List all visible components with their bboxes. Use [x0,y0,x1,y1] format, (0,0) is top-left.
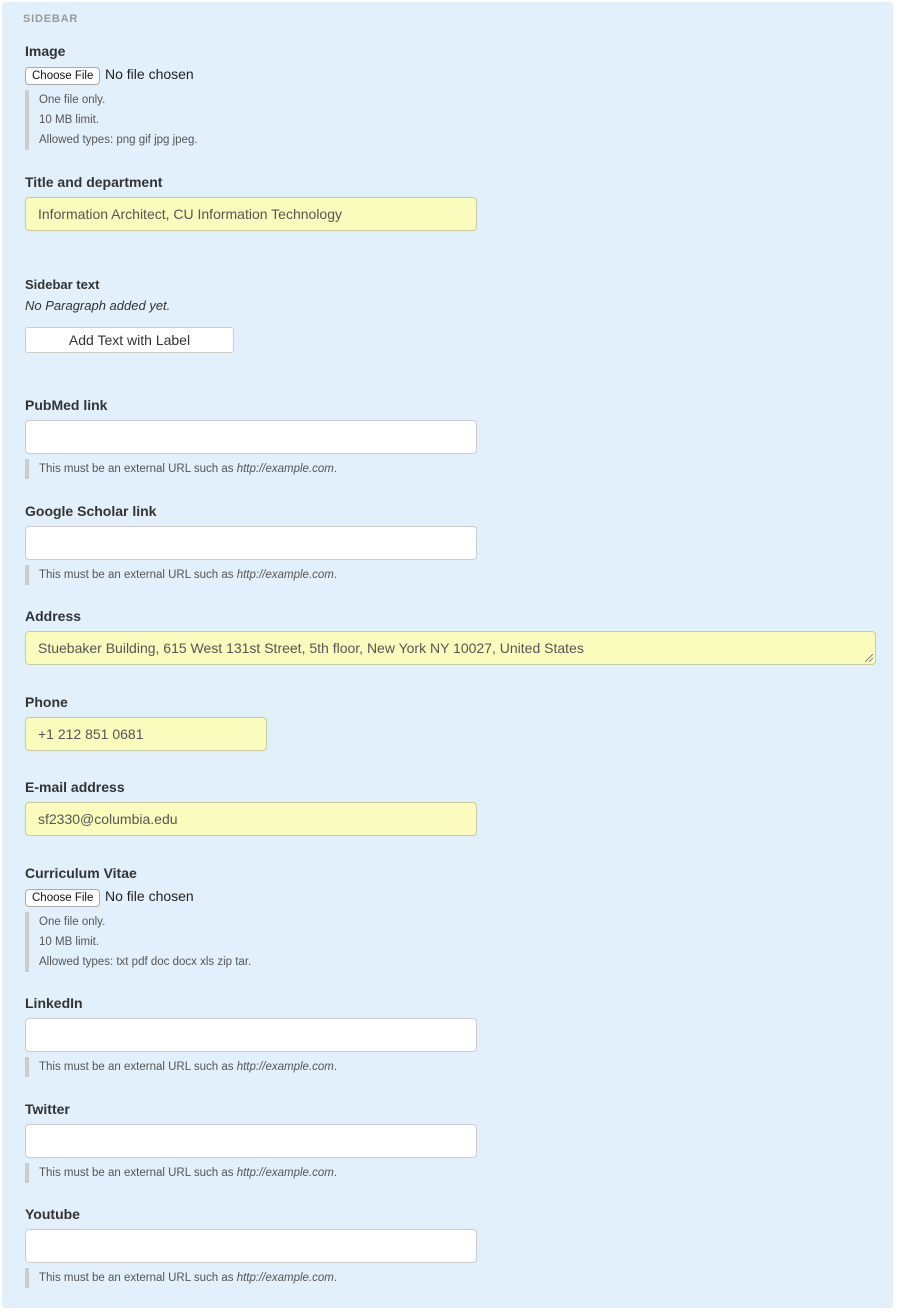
linkedin-help: This must be an external URL such as htt… [25,1057,439,1077]
add-text-with-label-button[interactable]: Add Text with Label [25,327,234,353]
twitter-label: Twitter [25,1101,70,1117]
email-label: E-mail address [25,779,125,795]
image-choose-file-button[interactable]: Choose File [25,67,101,85]
youtube-help: This must be an external URL such as htt… [25,1268,439,1288]
sidebar-text-empty-note: No Paragraph added yet. [25,298,171,313]
image-help-line: Allowed types: png gif jpg jpeg. [39,134,198,146]
help-suffix: . [333,463,338,475]
title-department-label: Title and department [25,174,163,190]
cv-help: One file only. 10 MB limit. Allowed type… [25,912,339,972]
image-label: Image [25,43,66,59]
youtube-label: Youtube [25,1206,80,1222]
address-value: Stuebaker Building, 615 West 131st Stree… [38,640,584,656]
help-example-url: http://example.com [236,1061,334,1073]
pubmed-help: This must be an external URL such as htt… [25,459,439,479]
resize-handle-icon[interactable] [865,654,873,662]
help-suffix: . [333,569,338,581]
image-file-status: No file chosen [105,66,194,82]
cv-help-line: Allowed types: txt pdf doc docx xls zip … [39,956,252,968]
help-text: This must be an external URL such as [39,1272,237,1284]
help-text: This must be an external URL such as [39,569,237,581]
help-text: This must be an external URL such as [39,1167,237,1179]
address-textarea[interactable]: Stuebaker Building, 615 West 131st Stree… [25,631,876,665]
google-scholar-input[interactable] [25,526,477,560]
linkedin-label: LinkedIn [25,995,83,1011]
google-scholar-label: Google Scholar link [25,503,157,519]
fieldset-legend: SIDEBAR [23,13,79,25]
help-example-url: http://example.com [236,569,334,581]
help-suffix: . [333,1272,338,1284]
help-text: This must be an external URL such as [39,463,237,475]
cv-help-line: 10 MB limit. [39,936,100,948]
email-input[interactable]: sf2330@columbia.edu [25,802,477,836]
cv-help-line: One file only. [39,916,106,928]
help-example-url: http://example.com [236,1272,334,1284]
image-help: One file only. 10 MB limit. Allowed type… [25,90,339,150]
google-scholar-help: This must be an external URL such as htt… [25,565,439,585]
sidebar-text-label: Sidebar text [25,277,100,292]
help-example-url: http://example.com [236,1167,334,1179]
cv-choose-file-button[interactable]: Choose File [25,889,101,907]
help-text: This must be an external URL such as [39,1061,237,1073]
image-help-line: 10 MB limit. [39,114,100,126]
cv-label: Curriculum Vitae [25,865,137,881]
title-department-input[interactable]: Information Architect, CU Information Te… [25,197,477,231]
pubmed-label: PubMed link [25,397,108,413]
phone-label: Phone [25,694,68,710]
help-example-url: http://example.com [236,463,334,475]
cv-file-status: No file chosen [105,888,194,904]
linkedin-input[interactable] [25,1018,477,1052]
help-suffix: . [333,1167,338,1179]
youtube-input[interactable] [25,1229,477,1263]
twitter-input[interactable] [25,1124,477,1158]
image-help-line: One file only. [39,94,106,106]
pubmed-input[interactable] [25,420,477,454]
address-label: Address [25,608,82,624]
twitter-help: This must be an external URL such as htt… [25,1163,439,1183]
phone-input[interactable]: +1 212 851 0681 [25,717,267,751]
help-suffix: . [333,1061,338,1073]
